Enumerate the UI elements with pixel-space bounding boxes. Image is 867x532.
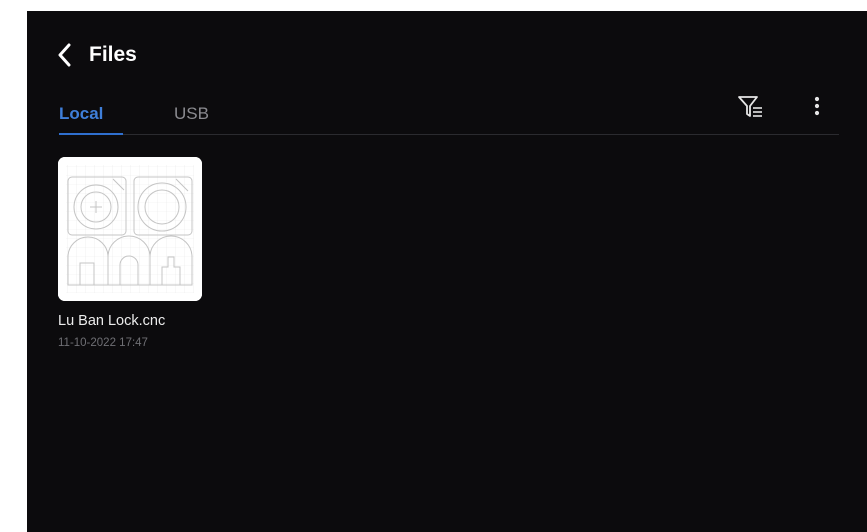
file-date: 11-10-2022 17:47 (58, 337, 148, 349)
files-screen: Files Local USB Lu Ban Lock.cnc 11-10-20… (27, 11, 867, 532)
page-title: Files (89, 43, 137, 66)
tab-bar: Local USB (59, 99, 839, 135)
header: Files (57, 39, 137, 71)
active-tab-indicator (59, 133, 123, 135)
file-thumbnail (58, 157, 202, 301)
chevron-left-icon[interactable] (57, 41, 75, 69)
file-name: Lu Ban Lock.cnc (58, 313, 166, 329)
tab-usb[interactable]: USB (174, 104, 209, 124)
tab-local[interactable]: Local (59, 104, 103, 124)
file-item[interactable]: Lu Ban Lock.cnc 11-10-2022 17:47 (58, 157, 204, 349)
